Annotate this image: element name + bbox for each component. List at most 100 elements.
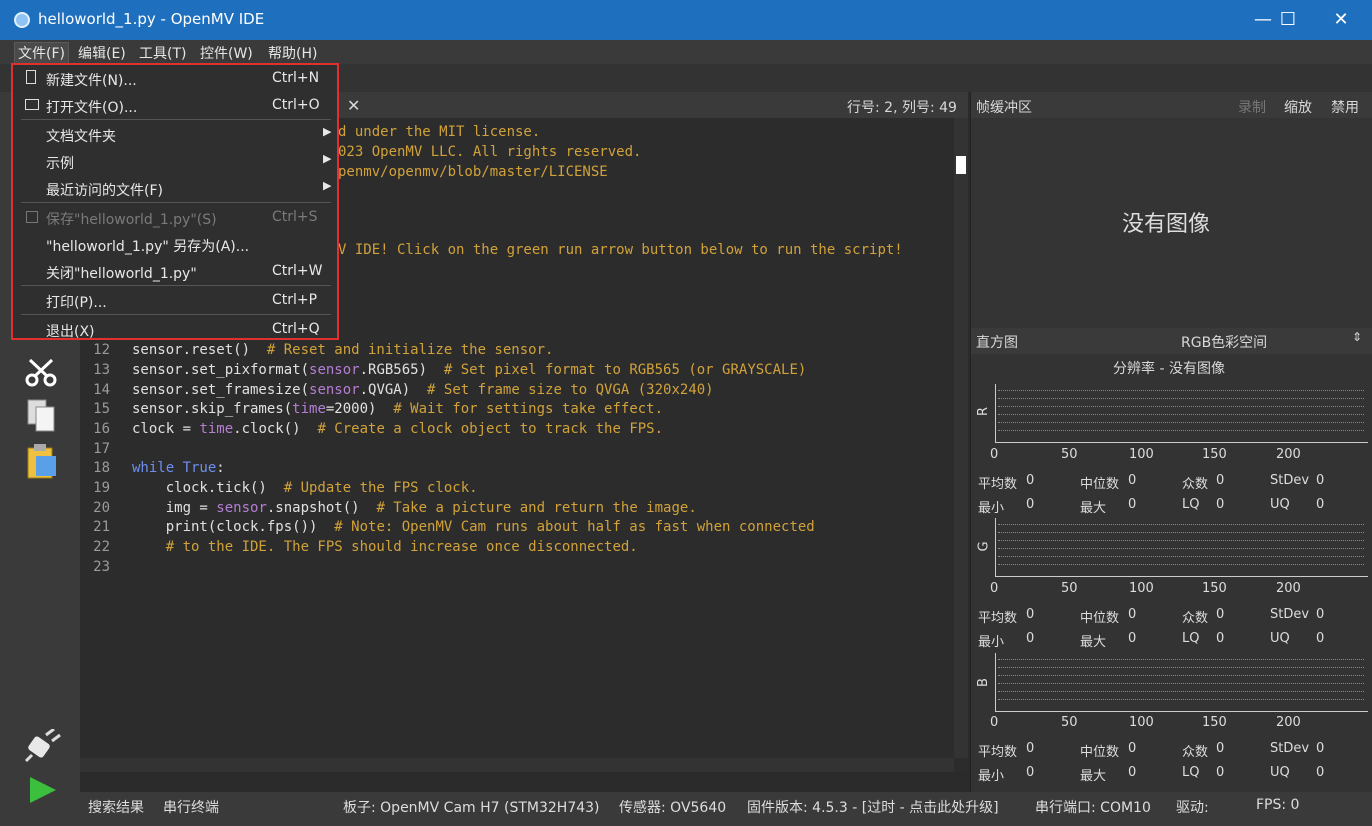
menu-tools[interactable]: 工具(T) xyxy=(136,43,189,63)
stat-value: 0 xyxy=(1316,631,1325,646)
histogram-plot-b xyxy=(995,653,1368,712)
stat-label: StDev xyxy=(1270,607,1310,622)
select-arrows-icon[interactable]: ⇕ xyxy=(1352,330,1362,344)
stat-value: 0 xyxy=(1026,765,1035,780)
stat-label: LQ xyxy=(1182,631,1200,646)
tick-label: 100 xyxy=(1129,715,1154,730)
stat-label: LQ xyxy=(1182,765,1200,780)
menu-item-save-as[interactable]: "helloworld_1.py" 另存为(A)... xyxy=(13,231,337,257)
tick-label: 150 xyxy=(1202,581,1227,596)
stat-label: StDev xyxy=(1270,473,1310,488)
code-line: clock = time.clock() # Create a clock ob… xyxy=(132,421,664,437)
cut-icon[interactable] xyxy=(24,358,60,388)
tick-label: 50 xyxy=(1061,715,1078,730)
stat-label: 中位数 xyxy=(1080,477,1120,492)
line-number: 23 xyxy=(93,559,110,575)
folder-icon xyxy=(25,99,39,110)
tick-label: 150 xyxy=(1202,447,1227,462)
stat-label: 最小 xyxy=(978,635,1005,650)
driver-info: 驱动: xyxy=(1176,800,1209,816)
menu-item-exit[interactable]: 退出(X) Ctrl+Q xyxy=(13,316,337,342)
menu-help[interactable]: 帮助(H) xyxy=(265,43,320,63)
stat-label: UQ xyxy=(1270,497,1290,512)
menu-item-recent-files[interactable]: 最近访问的文件(F) ▶ xyxy=(13,175,337,201)
stat-label: UQ xyxy=(1270,631,1290,646)
line-number: 22 xyxy=(93,539,110,555)
tick-label: 150 xyxy=(1202,715,1227,730)
zoom-button[interactable]: 缩放 xyxy=(1284,97,1312,117)
line-number: 19 xyxy=(93,480,110,496)
tick-label: 50 xyxy=(1061,447,1078,462)
stat-value: 0 xyxy=(1216,631,1225,646)
connect-icon[interactable] xyxy=(24,727,62,763)
channel-label-r: R xyxy=(976,406,992,417)
app-icon xyxy=(14,12,30,28)
line-number: 14 xyxy=(93,382,110,398)
stat-value: 0 xyxy=(1128,473,1137,488)
code-line: while True: xyxy=(132,460,225,476)
menu-item-close[interactable]: 关闭"helloworld_1.py" Ctrl+W xyxy=(13,258,337,284)
stat-value: 0 xyxy=(1216,765,1225,780)
menu-item-print[interactable]: 打印(P)... Ctrl+P xyxy=(13,287,337,313)
tick-label: 100 xyxy=(1129,447,1154,462)
channel-label-b: B xyxy=(975,678,991,687)
code-fragment: V IDE! Click on the green run arrow butt… xyxy=(338,242,903,258)
stat-value: 0 xyxy=(1216,497,1225,512)
menu-edit[interactable]: 编辑(E) xyxy=(75,43,129,63)
search-results-tab[interactable]: 搜索结果 xyxy=(88,797,144,817)
line-number: 20 xyxy=(93,500,110,516)
menu-item-new-file[interactable]: 新建文件(N)... Ctrl+N xyxy=(13,65,337,91)
histogram-plot-g xyxy=(995,518,1368,577)
stat-value: 0 xyxy=(1026,473,1035,488)
no-image-text: 没有图像 xyxy=(1122,212,1211,237)
copy-icon[interactable] xyxy=(26,398,58,434)
serial-terminal-tab[interactable]: 串行终端 xyxy=(163,797,219,817)
menu-file[interactable]: 文件(F) xyxy=(14,42,69,64)
line-number: 17 xyxy=(93,441,110,457)
file-menu-dropdown: 新建文件(N)... Ctrl+N 打开文件(O)... Ctrl+O 文档文件夹 ▶… xyxy=(11,63,339,340)
stat-value: 0 xyxy=(1216,473,1225,488)
stat-value: 0 xyxy=(1316,473,1325,488)
code-line: sensor.skip_frames(time=2000) # Wait for… xyxy=(132,401,664,417)
menu-item-documents-folder[interactable]: 文档文件夹 ▶ xyxy=(13,121,337,147)
code-fragment: penmv/openmv/blob/master/LICENSE xyxy=(338,164,608,180)
stat-value: 0 xyxy=(1216,607,1225,622)
stat-value: 0 xyxy=(1316,741,1325,756)
stat-value: 0 xyxy=(1128,631,1137,646)
run-icon[interactable] xyxy=(28,775,58,805)
line-number: 18 xyxy=(93,460,110,476)
submenu-arrow-icon: ▶ xyxy=(323,179,332,192)
submenu-arrow-icon: ▶ xyxy=(323,125,332,138)
tab-close-icon[interactable]: ✕ xyxy=(347,96,360,115)
code-line: img = sensor.snapshot() # Take a picture… xyxy=(132,500,697,516)
editor-vscrollbar[interactable] xyxy=(954,118,968,758)
record-button[interactable]: 录制 xyxy=(1238,97,1266,117)
title-bar: helloworld_1.py - OpenMV IDE — ☐ ✕ xyxy=(0,0,1372,40)
tick-label: 0 xyxy=(990,447,999,462)
line-number: 12 xyxy=(93,342,110,358)
editor-hscrollbar[interactable] xyxy=(80,758,954,772)
stat-label: 平均数 xyxy=(978,745,1018,760)
close-button[interactable]: ✕ xyxy=(1314,0,1368,40)
colorspace-select[interactable]: RGB色彩空间 xyxy=(1181,332,1267,352)
menu-item-examples[interactable]: 示例 ▶ xyxy=(13,148,337,174)
stat-label: 平均数 xyxy=(978,611,1018,626)
menu-item-open-file[interactable]: 打开文件(O)... Ctrl+O xyxy=(13,92,337,118)
firmware-info[interactable]: 固件版本: 4.5.3 - [过时 - 点击此处升级] xyxy=(747,797,999,817)
stat-label: UQ xyxy=(1270,765,1290,780)
histogram-plot-r xyxy=(995,384,1368,443)
menu-item-save[interactable]: 保存"helloworld_1.py"(S) Ctrl+S xyxy=(13,204,337,230)
disable-button[interactable]: 禁用 xyxy=(1331,97,1359,117)
window-title: helloworld_1.py - OpenMV IDE xyxy=(38,10,265,28)
code-fragment: 023 OpenMV LLC. All rights reserved. xyxy=(338,144,642,160)
line-number: 21 xyxy=(93,519,110,535)
menu-widgets[interactable]: 控件(W) xyxy=(197,43,256,63)
paste-icon[interactable] xyxy=(26,444,60,480)
stat-label: 最小 xyxy=(978,769,1005,784)
tick-label: 200 xyxy=(1276,581,1301,596)
histogram-resolution: 分辨率 - 没有图像 xyxy=(1113,361,1225,377)
stat-value: 0 xyxy=(1316,497,1325,512)
stat-label: 平均数 xyxy=(978,477,1018,492)
maximize-button[interactable]: ☐ xyxy=(1261,0,1315,40)
scroll-thumb[interactable] xyxy=(956,156,966,174)
